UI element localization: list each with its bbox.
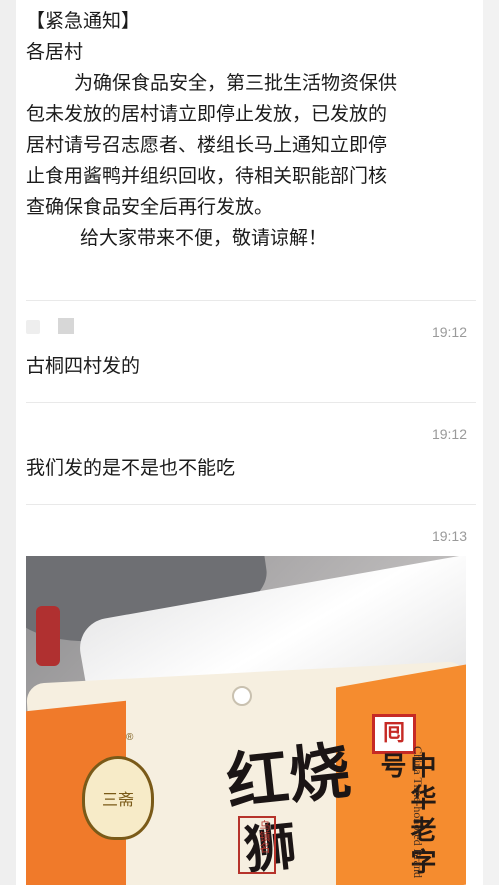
message-time: 19:12: [431, 426, 467, 442]
message-divider: [26, 300, 476, 301]
sender-row: [26, 318, 476, 340]
right-margin: [483, 0, 499, 885]
notice-line: 查确保食品安全后再行发放。: [26, 196, 274, 218]
notice-message[interactable]: 【紧急通知】 各居村 为确保食品安全，第三批生活物资保供 包未发放的居村请立即停…: [26, 6, 476, 254]
message-photo[interactable]: ® 三斋 红烧 狮 乌镇名 囘 中华老字号 China Time-honored…: [26, 556, 466, 885]
registered-mark: ®: [126, 732, 134, 743]
avatar[interactable]: [26, 320, 40, 334]
notice-closing: 给大家带来不便，敬请谅解！: [80, 227, 328, 249]
brand-logo-badge: 三斋: [82, 756, 154, 840]
notice-title: 【紧急通知】: [26, 10, 141, 32]
left-margin: [0, 0, 16, 885]
time-honored-brand-english: China Time-honored Brand: [411, 746, 425, 878]
notice-line: 止食用酱鸭并组织回收，待相关职能部门核: [26, 165, 388, 187]
red-seal-stamp: 乌镇名: [238, 816, 276, 874]
notice-greeting: 各居村: [26, 41, 84, 63]
notice-line: 为确保食品安全，第三批生活物资保供: [74, 72, 398, 94]
sender-name-blurred: [58, 318, 74, 334]
time-honored-brand-text: 中华老字号: [376, 752, 436, 880]
message-text[interactable]: 我们发的是不是也不能吃: [26, 454, 235, 482]
package-hang-hole: [232, 686, 252, 706]
message-divider: [26, 402, 476, 403]
message-text[interactable]: 古桐四村发的: [26, 352, 140, 380]
message-divider: [26, 504, 476, 505]
photo-red-object: [36, 606, 60, 666]
message-time: 19:12: [431, 324, 467, 340]
notice-line: 居村请号召志愿者、楼组长马上通知立即停: [26, 134, 388, 156]
notice-line: 包未发放的居村请立即停止发放，已发放的: [26, 103, 388, 125]
message-time: 19:13: [431, 528, 467, 544]
